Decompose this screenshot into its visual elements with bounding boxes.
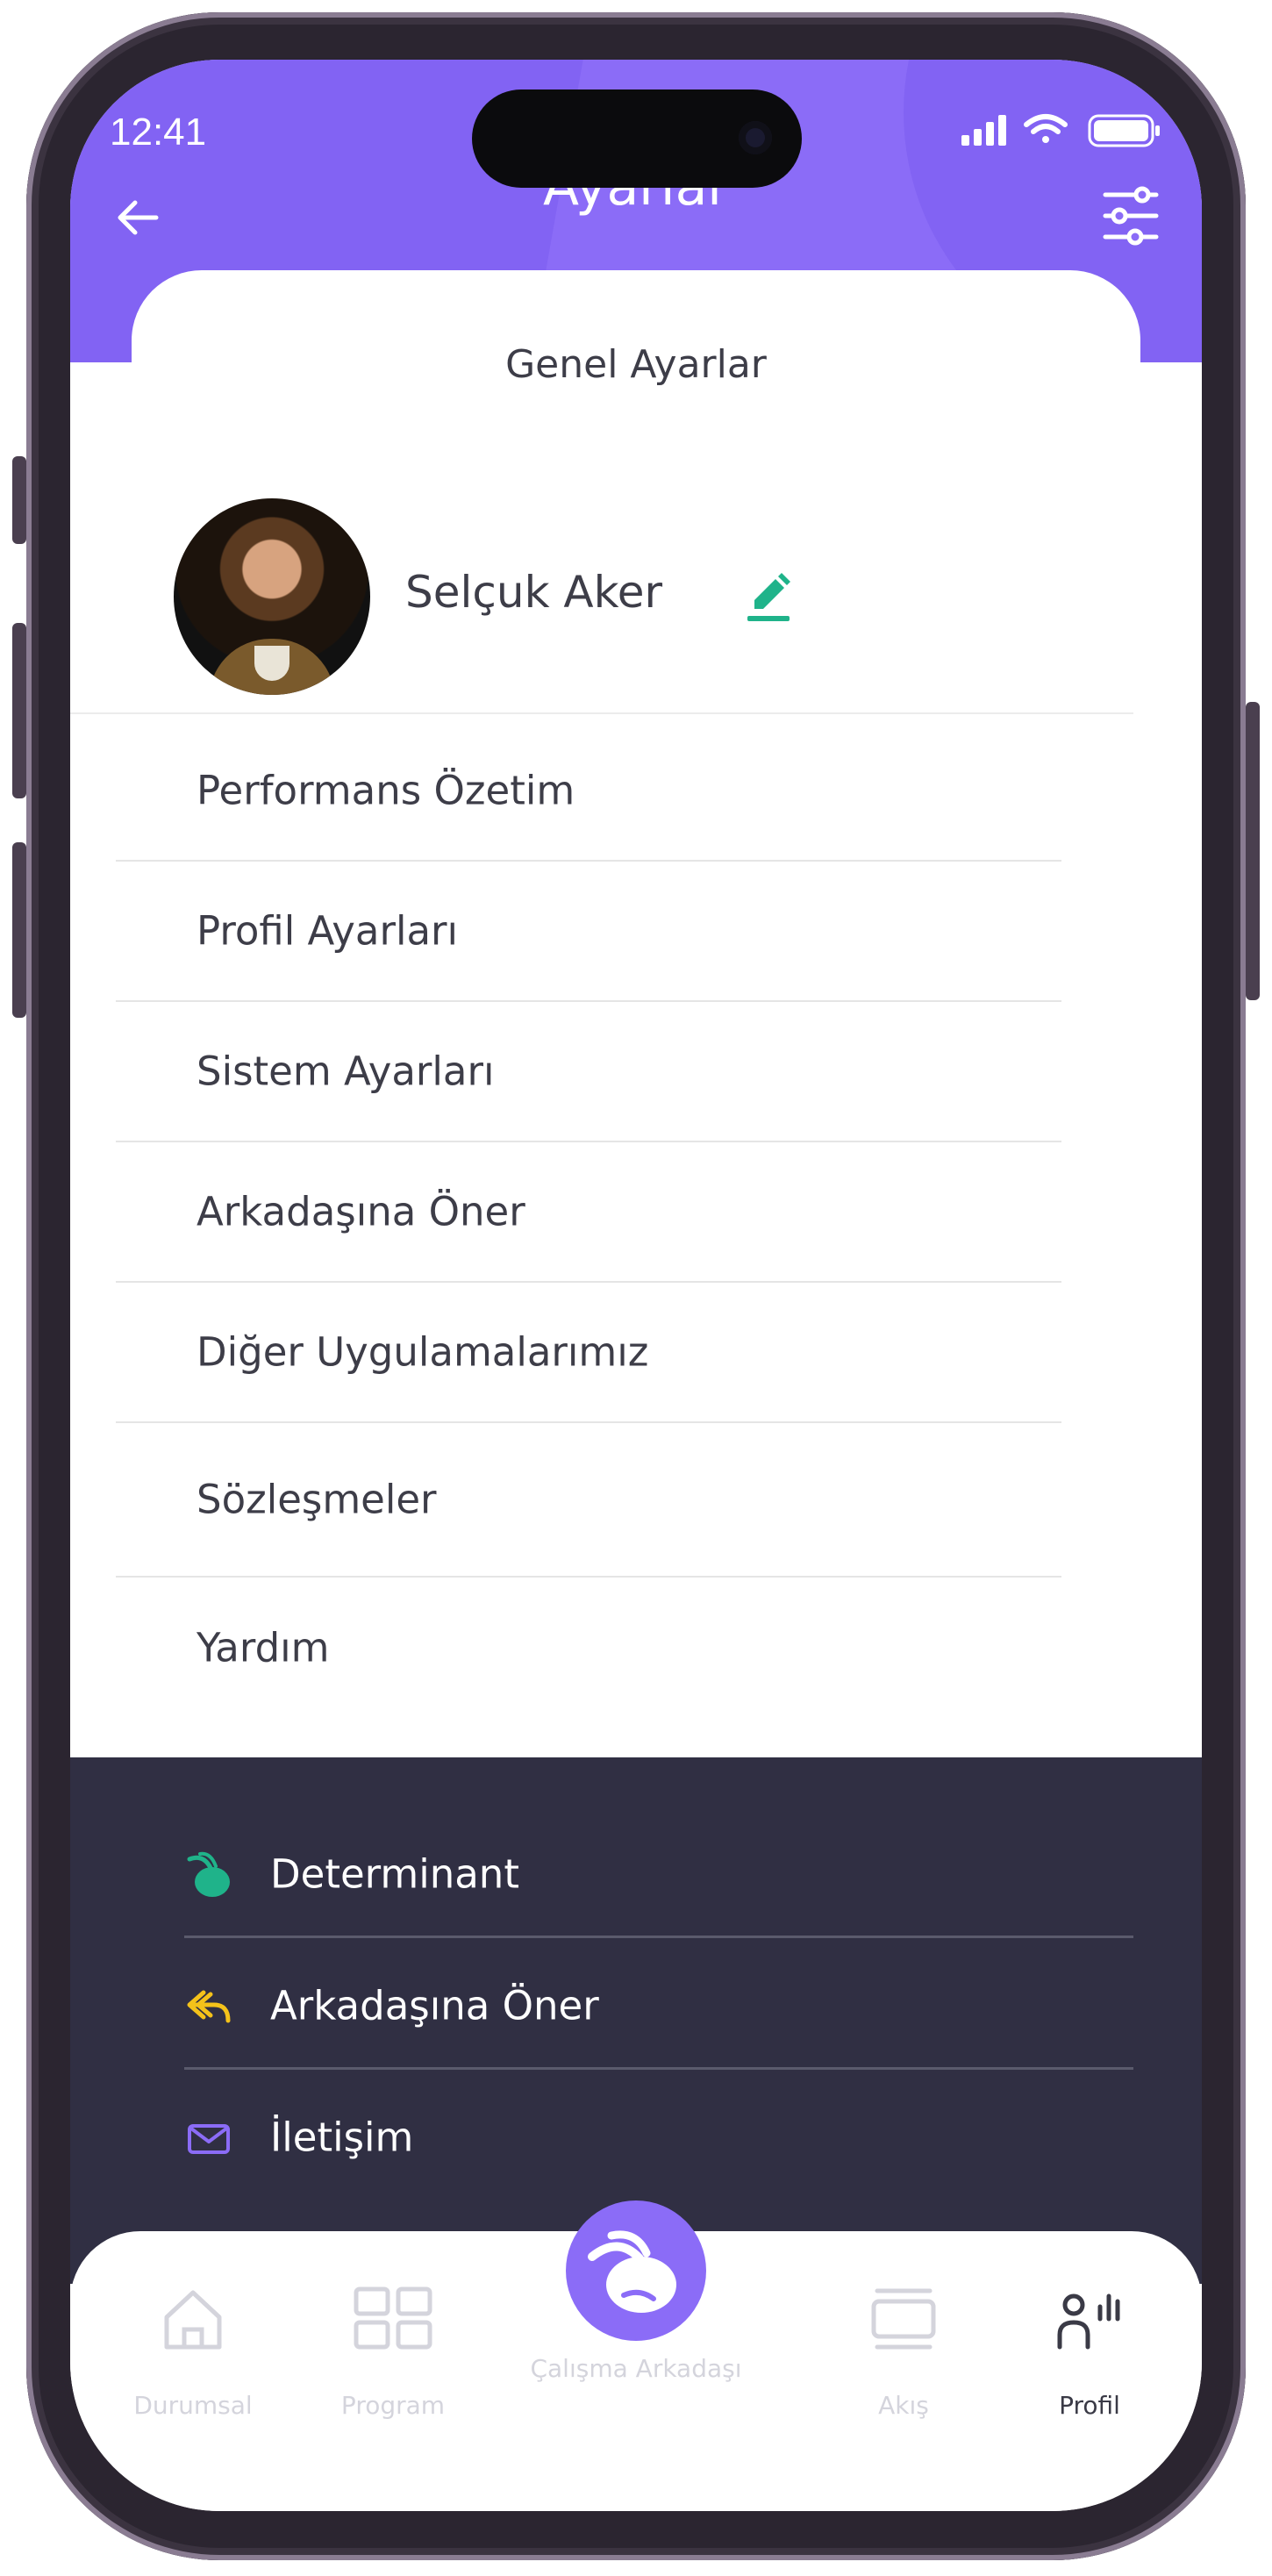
volume-up-button [12,623,26,798]
menu-item-label: Sistem Ayarları [197,1048,495,1095]
tab-program[interactable]: Program [305,2266,481,2424]
tab-akis[interactable]: Akış [816,2266,991,2424]
action-button [12,456,26,544]
screen: Ayarlar 12:41 [70,60,1202,2511]
feed-icon [868,2284,939,2358]
menu-item-label: Profil Ayarları [197,907,459,955]
wifi-icon [1024,114,1068,143]
profile-row: Selçuk Aker [174,498,1051,695]
pencil-icon [747,573,790,621]
footer-link-share[interactable]: Arkadaşına Öner [184,1942,1133,2070]
signal-icon [961,115,1006,146]
tab-durumsal[interactable]: Durumsal [105,2266,281,2424]
settings-menu: Performans Özetim Profil Ayarları Sistem… [116,721,1061,1718]
menu-item-arkadasina-oner[interactable]: Arkadaşına Öner [116,1142,1061,1283]
menu-item-label: Arkadaşına Öner [197,1188,525,1235]
tab-label: Program [340,2391,446,2420]
rabbit-logo-icon [588,2230,676,2313]
edit-profile-button[interactable] [744,569,793,625]
menu-item-label: Sözleşmeler [197,1476,437,1523]
footer-link-determinant[interactable]: Determinant [184,1810,1133,1938]
sliders-icon [1103,186,1159,246]
footer-link-label: Determinant [270,1850,519,1898]
determinant-logo-icon [184,1850,233,1900]
menu-item-profil-ayarlari[interactable]: Profil Ayarları [116,862,1061,1002]
arrow-left-icon [118,200,159,235]
menu-item-performans[interactable]: Performans Özetim [116,721,1061,862]
back-button[interactable] [112,191,165,244]
menu-item-yardim[interactable]: Yardım [116,1578,1061,1718]
grid-icon [353,2284,433,2358]
status-time: 12:41 [110,111,207,154]
content-card-top [132,270,1140,411]
footer-link-label: İletişim [270,2114,414,2161]
center-action-label: Çalışma Arkadaşı [530,2354,742,2383]
footer-link-label: Arkadaşına Öner [270,1982,599,2029]
filter-button[interactable] [1102,184,1160,247]
battery-icon [1088,114,1160,147]
volume-down-button [12,842,26,1018]
dynamic-island [472,89,802,188]
tab-label: Profil [1059,2391,1120,2420]
share-arrow-icon [184,1982,233,2031]
tab-profil[interactable]: Profil [1002,2266,1177,2424]
menu-item-label: Performans Özetim [197,767,575,814]
status-icons [961,111,1163,153]
divider [70,712,1133,714]
home-icon [158,2284,228,2358]
menu-item-sozlesmeler[interactable]: Sözleşmeler [116,1423,1061,1578]
footer-link-contact[interactable]: İletişim [184,2073,1133,2201]
center-action-button[interactable] [566,2200,706,2341]
mail-icon [184,2114,233,2163]
profile-stats-icon [1054,2284,1125,2358]
menu-item-label: Diğer Uygulamalarımız [197,1328,649,1376]
menu-item-label: Yardım [197,1624,330,1671]
menu-item-sistem-ayarlari[interactable]: Sistem Ayarları [116,1002,1061,1142]
menu-item-diger-uygulamalar[interactable]: Diğer Uygulamalarımız [116,1283,1061,1423]
section-title: Genel Ayarlar [505,342,767,387]
profile-name: Selçuk Aker [405,567,663,618]
power-button [1246,702,1260,1000]
avatar[interactable] [174,498,370,695]
